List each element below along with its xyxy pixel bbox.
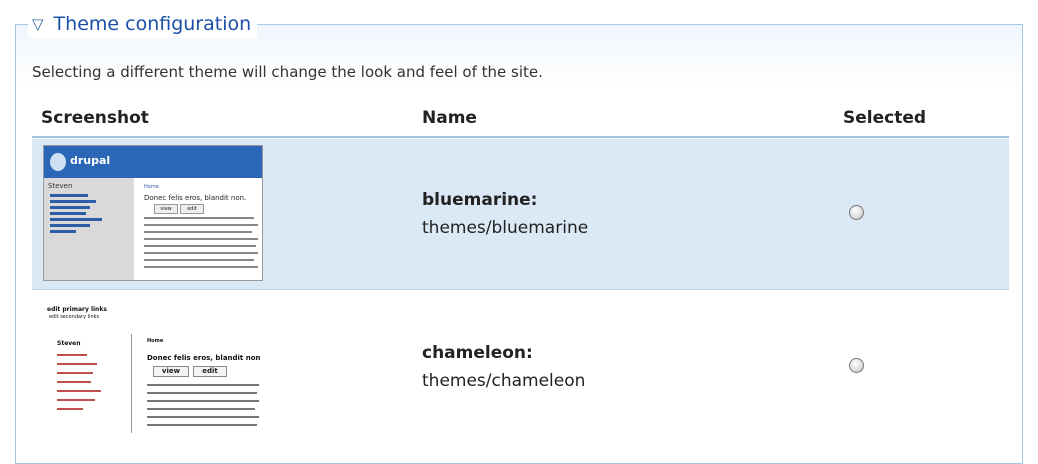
thumb-divider: [131, 334, 132, 433]
thumb-title: Donec felis eros, blandit non.: [144, 194, 247, 202]
theme-selected-radio[interactable]: [849, 358, 864, 373]
thumb-text-line: [147, 408, 255, 410]
thumb-link: [50, 206, 90, 209]
theme-path: themes/chameleon: [422, 371, 586, 391]
thumb-link: [57, 408, 83, 410]
thumb-text-line: [144, 266, 258, 268]
thumb-secondary-links: edit secondary links: [49, 314, 100, 320]
thumb-link: [50, 212, 86, 215]
theme-path: themes/bluemarine: [422, 218, 589, 238]
thumb-text-line: [144, 224, 258, 226]
thumb-link: [57, 372, 93, 374]
thumb-link: [50, 230, 76, 233]
column-header-name: Name: [422, 108, 477, 128]
thumb-link: [50, 194, 88, 197]
theme-name: chameleon:: [422, 343, 533, 363]
drupal-logo-icon: [50, 153, 66, 171]
thumb-link: [57, 381, 91, 383]
thumb-text-line: [147, 400, 259, 402]
thumb-header: drupal: [44, 146, 262, 178]
column-header-selected: Selected: [843, 108, 927, 128]
thumb-text-line: [144, 231, 252, 233]
theme-screenshot-bluemarine: drupal Steven Home Donec felis eros, bla…: [43, 145, 263, 281]
theme-name: bluemarine:: [422, 190, 538, 210]
collapse-toggle-icon[interactable]: ▽: [32, 15, 44, 33]
thumb-link: [57, 354, 87, 356]
thumb-link: [57, 399, 95, 401]
thumb-view-tab: view: [154, 204, 178, 214]
theme-selected-radio[interactable]: [849, 205, 864, 220]
fieldset-title[interactable]: Theme configuration: [54, 13, 252, 35]
thumb-link: [57, 390, 101, 392]
thumb-view-tab: view: [153, 366, 189, 377]
thumb-edit-tab: edit: [180, 204, 204, 214]
thumb-heading: Home: [144, 184, 159, 190]
thumb-text-line: [144, 238, 258, 240]
thumb-text-line: [147, 384, 259, 386]
thumb-text-line: [144, 245, 256, 247]
thumb-text-line: [144, 217, 254, 219]
thumb-text-line: [147, 392, 257, 394]
theme-screenshot-chameleon: edit primary links edit secondary links …: [43, 296, 261, 433]
thumb-heading: Home: [147, 338, 164, 344]
fieldset-legend[interactable]: ▽ Theme configuration: [28, 10, 258, 38]
thumb-text-line: [147, 416, 259, 418]
thumb-edit-tab: edit: [193, 366, 227, 377]
thumb-sidebar: Steven: [44, 178, 134, 280]
thumb-link: [50, 224, 90, 227]
thumb-link: [57, 363, 97, 365]
header-divider: [32, 136, 1009, 138]
thumb-user: Steven: [48, 182, 73, 190]
thumb-brand: drupal: [70, 154, 111, 167]
thumb-text-line: [144, 252, 258, 254]
description: Selecting a different theme will change …: [32, 63, 543, 81]
thumb-user: Steven: [57, 340, 81, 347]
thumb-text-line: [144, 259, 254, 261]
thumb-title: Donec felis eros, blandit non: [147, 354, 261, 362]
thumb-primary-links: edit primary links: [47, 306, 107, 313]
thumb-link: [50, 218, 102, 221]
thumb-text-line: [147, 424, 257, 426]
thumb-link: [50, 200, 96, 203]
column-header-screenshot: Screenshot: [41, 108, 149, 128]
